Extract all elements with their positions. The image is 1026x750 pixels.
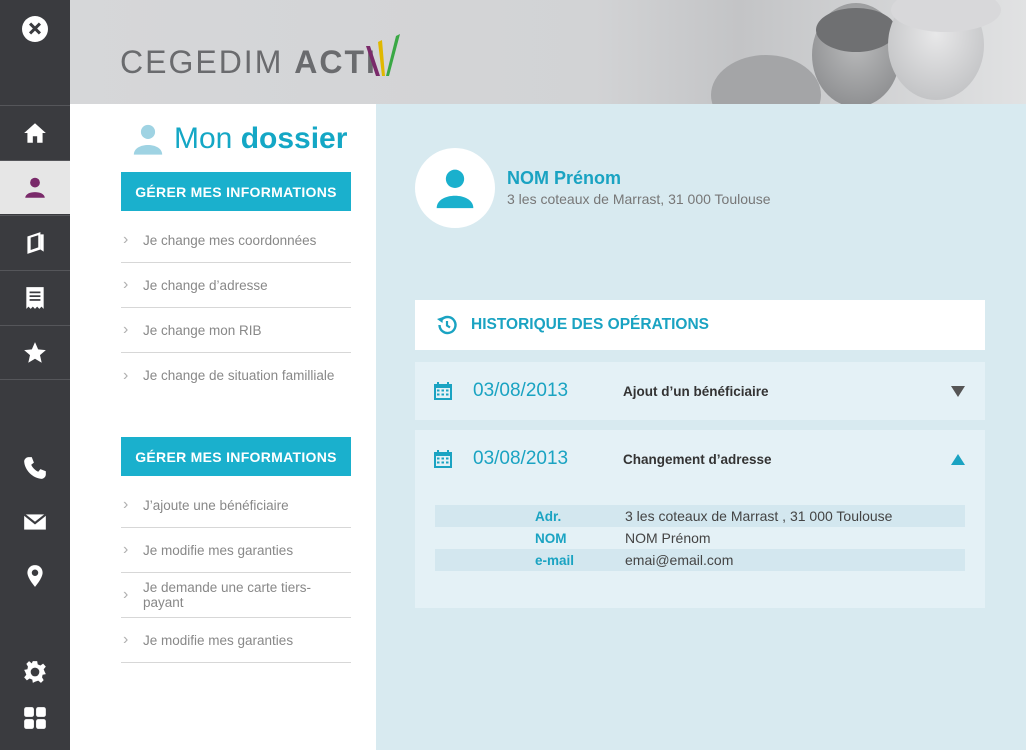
dossier-panel: Mon dossier GÉRER MES INFORMATIONS › Je c…	[70, 104, 376, 750]
operation-row-expanded[interactable]: 03/08/2013 Changement d’adresse Adr. 3 l…	[415, 430, 985, 608]
collapse-icon[interactable]	[951, 454, 965, 465]
family-photo	[711, 0, 1001, 104]
operation-date: 03/08/2013	[473, 380, 569, 401]
nav-rail	[0, 0, 70, 750]
detail-row: e-mail emai@email.com	[435, 549, 965, 571]
brand-name-light: CEGEDIM	[120, 44, 295, 80]
receipt-nav-item[interactable]	[0, 270, 70, 324]
chevron-right-icon: ›	[123, 541, 129, 558]
menu-item-change-address[interactable]: › Je change d’adresse	[121, 263, 351, 308]
page-title-light: Mon	[174, 122, 241, 155]
profile-name: NOM Prénom	[507, 168, 622, 188]
settings-nav-item[interactable]	[0, 652, 70, 692]
book-icon	[27, 231, 44, 254]
menu-item-change-family-situation[interactable]: › Je change de situation familliale	[121, 353, 351, 398]
operation-date: 03/08/2013	[473, 448, 569, 469]
location-nav-item[interactable]	[0, 556, 70, 596]
detail-value: NOM Prénom	[625, 530, 711, 546]
user-icon	[25, 177, 45, 198]
grid-icon	[24, 707, 46, 729]
brand-mark-icon	[366, 34, 400, 76]
user-nav-item[interactable]	[0, 160, 70, 214]
profile-address: 3 les coteaux de Marrast, 31 000 Toulous…	[507, 191, 771, 207]
detail-value: 3 les coteaux de Marrast , 31 000 Toulou…	[625, 508, 893, 524]
phone-nav-item[interactable]	[0, 448, 70, 488]
header-banner: CEGEDIM ACTIV	[70, 0, 1026, 104]
close-icon[interactable]	[22, 16, 48, 42]
page-title: Mon dossier	[130, 122, 347, 156]
brand-logo[interactable]: CEGEDIM ACTIV	[120, 44, 400, 81]
mail-icon	[23, 513, 47, 530]
book-nav-item[interactable]	[0, 215, 70, 269]
calendar-icon	[434, 382, 452, 400]
menu-item-change-rib[interactable]: › Je change mon RIB	[121, 308, 351, 353]
operation-row[interactable]: 03/08/2013 Ajout d’un bénéficiaire	[415, 362, 985, 420]
chevron-right-icon: ›	[123, 276, 129, 293]
user-icon	[436, 169, 474, 209]
manage-info-button-2[interactable]: GÉRER MES INFORMATIONS	[121, 437, 351, 476]
detail-key: NOM	[535, 530, 567, 546]
manage-info-button-1[interactable]: GÉRER MES INFORMATIONS	[121, 172, 351, 211]
mail-nav-item[interactable]	[0, 502, 70, 542]
detail-row: Adr. 3 les coteaux de Marrast , 31 000 T…	[435, 505, 965, 527]
receipt-icon	[26, 286, 44, 309]
home-icon	[24, 122, 46, 143]
phone-icon	[24, 457, 46, 479]
calendar-icon	[434, 450, 452, 468]
history-icon	[437, 315, 457, 335]
home-nav-item[interactable]	[0, 105, 70, 159]
chevron-right-icon: ›	[123, 586, 129, 603]
user-icon	[133, 124, 163, 155]
gear-icon	[24, 661, 46, 683]
menu-item-change-coordinates[interactable]: › Je change mes coordonnées	[121, 218, 351, 263]
chevron-right-icon: ›	[123, 366, 129, 384]
detail-row: NOM NOM Prénom	[435, 527, 965, 549]
operation-details: Adr. 3 les coteaux de Marrast , 31 000 T…	[435, 505, 965, 571]
operation-label: Ajout d’un bénéficiaire	[623, 383, 769, 399]
info-menu-2: › J’ajoute une bénéficiaire › Je modifie m…	[121, 483, 351, 663]
apps-nav-item[interactable]	[0, 698, 70, 738]
detail-key: Adr.	[535, 508, 562, 524]
favorites-nav-item[interactable]	[0, 325, 70, 380]
menu-item-modify-guarantees[interactable]: › Je modifie mes garanties	[121, 528, 351, 573]
menu-item-add-beneficiary[interactable]: › J’ajoute une bénéficiaire	[121, 483, 351, 528]
history-header: HISTORIQUE DES OPÉRATIONS	[415, 300, 985, 350]
menu-item-request-card[interactable]: › Je demande une carte tiers-payant	[121, 573, 351, 618]
page-title-bold: dossier	[240, 122, 348, 155]
chevron-right-icon: ›	[123, 231, 129, 248]
detail-value: emai@email.com	[625, 552, 734, 568]
operation-label: Changement d’adresse	[623, 451, 772, 467]
star-icon	[24, 341, 46, 363]
detail-key: e-mail	[535, 552, 575, 568]
info-menu-1: › Je change mes coordonnées › Je change d’…	[121, 218, 351, 398]
chevron-right-icon: ›	[123, 321, 129, 338]
chevron-right-icon: ›	[123, 496, 129, 513]
history-title: HISTORIQUE DES OPÉRATIONS	[471, 316, 709, 333]
menu-item-modify-guarantees-2[interactable]: › Je modifie mes garanties	[121, 618, 351, 663]
expand-icon[interactable]	[951, 386, 965, 397]
chevron-right-icon: ›	[123, 631, 129, 648]
location-icon	[27, 565, 43, 587]
avatar	[415, 148, 495, 228]
